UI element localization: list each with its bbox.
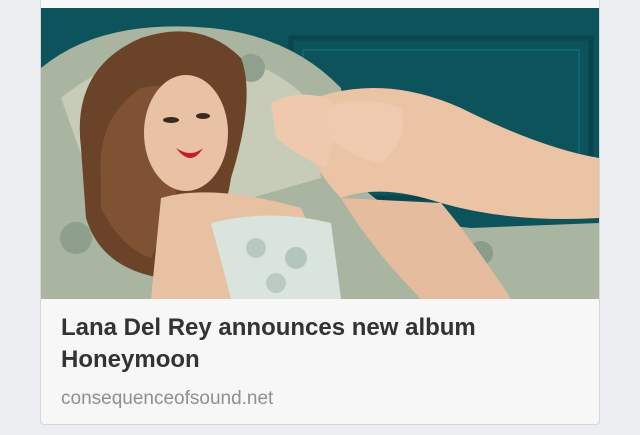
article-photo[interactable]	[41, 8, 599, 299]
headline-line-1: Lana Del Rey announces new album	[61, 314, 476, 341]
article-headline[interactable]: Lana Del Rey announces new album Honeymo…	[61, 312, 581, 376]
link-preview-card[interactable]: Lana Del Rey announces new album Honeymo…	[40, 0, 600, 425]
feed-page: Lana Del Rey announces new album Honeymo…	[0, 0, 640, 435]
source-domain: consequenceofsound.net	[61, 388, 274, 409]
headline-line-2: Honeymoon	[61, 346, 200, 373]
link-text-area[interactable]: Lana Del Rey announces new album Honeymo…	[61, 312, 581, 410]
photo-image	[41, 8, 599, 299]
